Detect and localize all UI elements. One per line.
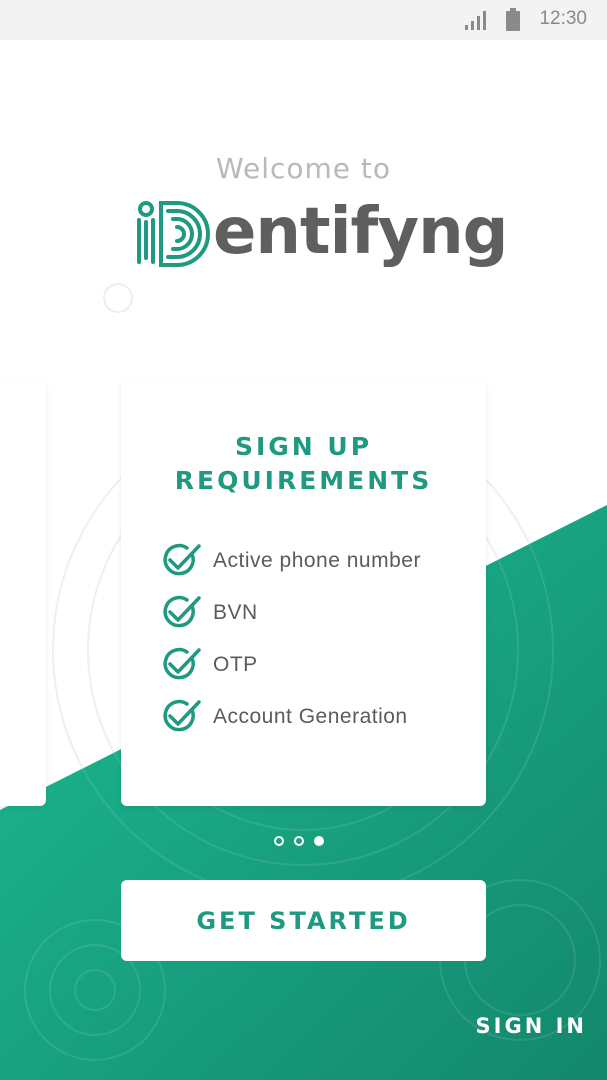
battery-icon <box>506 8 520 31</box>
list-item: Account Generation <box>161 691 421 743</box>
list-item: Active phone number <box>161 535 421 587</box>
get-started-button[interactable]: GET STARTED <box>121 880 486 961</box>
check-circle-icon <box>163 647 201 680</box>
page-dot-1[interactable] <box>274 836 284 846</box>
check-circle-icon <box>163 543 201 576</box>
status-time: 12:30 <box>539 8 587 29</box>
page-indicator <box>274 836 324 846</box>
list-item: OTP <box>161 639 421 691</box>
card-title-line1: SIGN UP <box>234 432 373 461</box>
page-dot-2[interactable] <box>294 836 304 846</box>
requirements-list: Active phone number BVN OTP Account Gene… <box>161 535 421 743</box>
welcome-text: Welcome to <box>215 152 392 185</box>
requirement-label: BVN <box>213 601 258 624</box>
brand-logo: entifyng <box>133 195 508 276</box>
page-dot-3[interactable] <box>314 836 324 846</box>
check-circle-icon <box>163 699 201 732</box>
sign-in-link[interactable]: SIGN IN <box>476 1014 587 1038</box>
check-circle-icon <box>163 595 201 628</box>
list-item: BVN <box>161 587 421 639</box>
fingerprint-logo-icon <box>137 201 210 267</box>
requirements-card: SIGN UP REQUIREMENTS Active phone number… <box>121 380 486 806</box>
signal-icon <box>465 11 486 30</box>
brand-name: entifyng <box>213 195 508 269</box>
requirement-label: Account Generation <box>213 705 408 728</box>
requirement-label: OTP <box>213 653 258 676</box>
status-bar: 12:30 <box>0 0 607 40</box>
requirement-label: Active phone number <box>213 549 421 572</box>
card-title-line2: REQUIREMENTS <box>174 466 433 495</box>
previous-card[interactable] <box>0 380 46 806</box>
